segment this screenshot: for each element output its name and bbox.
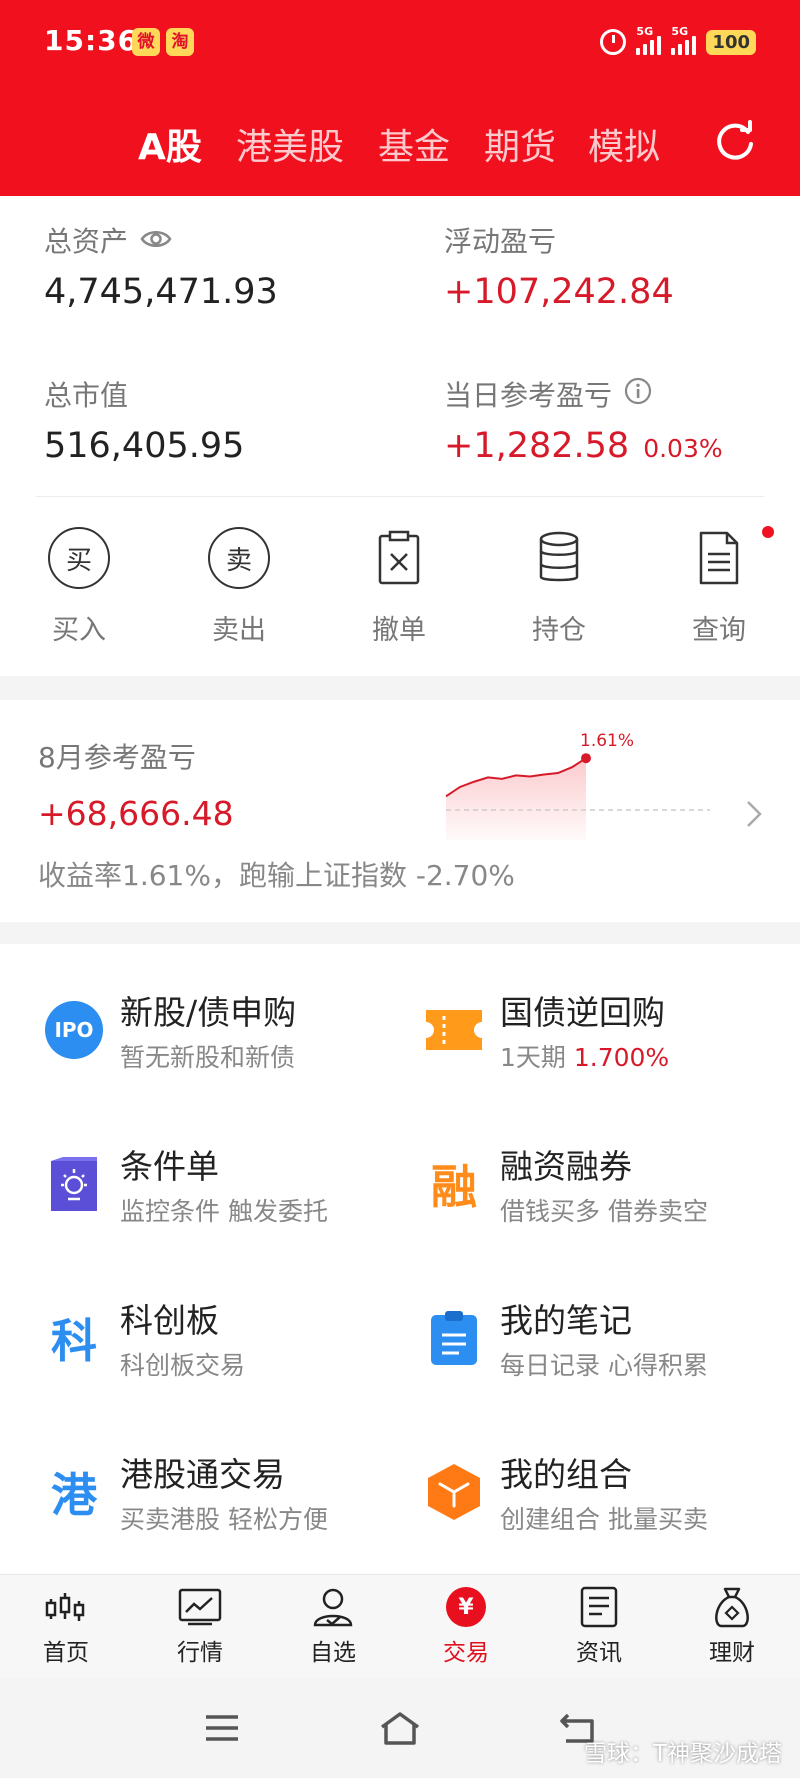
clipboard-icon	[424, 1308, 484, 1368]
notification-dot	[762, 526, 774, 538]
status-icons: 5G 5G 100	[600, 25, 756, 58]
header-bar: 15:36 微 淘 5G 5G 100 A股 港美股 基金 期货 模拟	[0, 0, 800, 196]
candlestick-icon	[16, 1585, 116, 1629]
yen-icon: ¥	[446, 1587, 486, 1627]
total-assets-label: 总资产	[44, 220, 172, 260]
query-button[interactable]: 查询	[664, 526, 774, 647]
alarm-icon	[600, 29, 627, 55]
buy-icon: 买	[48, 527, 110, 589]
conditional-order-item[interactable]: 条件单 监控条件 触发委托	[44, 1140, 414, 1240]
buy-button[interactable]: 买 买入	[24, 526, 134, 647]
tab-hk-us-stocks[interactable]: 港美股	[236, 118, 344, 170]
margin-trading-item[interactable]: 融 融资融券 借钱买多 借券卖空	[424, 1140, 794, 1240]
nav-wealth[interactable]: 理财	[682, 1585, 782, 1667]
monthly-pl-card[interactable]: 8月参考盈亏 +68,666.48 收益率1.61%，跑输上证指数 -2.70%…	[0, 700, 800, 922]
market-value-label: 总市值	[44, 379, 129, 412]
line-chart-icon	[150, 1585, 250, 1629]
monthly-pl-title: 8月参考盈亏	[38, 741, 196, 774]
sparkline-peak-label: 1.61%	[580, 731, 634, 751]
daily-pl-value: +1,282.58 0.03%	[444, 426, 723, 466]
info-icon[interactable]	[624, 377, 652, 412]
my-notes-item[interactable]: 我的笔记 每日记录 心得积累	[424, 1294, 794, 1394]
monthly-pl-summary: 收益率1.61%，跑输上证指数 -2.70%	[38, 859, 515, 892]
chevron-right-icon	[744, 798, 764, 839]
tab-a-shares[interactable]: A股	[138, 118, 202, 170]
status-time: 15:36	[44, 24, 139, 57]
tab-funds[interactable]: 基金	[378, 118, 450, 170]
reverse-repo-item[interactable]: 国债逆回购 1天期 1.700%	[424, 986, 794, 1086]
nav-home[interactable]: 首页	[16, 1585, 116, 1667]
monthly-pl-sparkline: 1.61%	[445, 731, 710, 840]
hk-connect-item[interactable]: 港 港股通交易 买卖港股 轻松方便	[44, 1448, 414, 1548]
tab-simulation[interactable]: 模拟	[588, 118, 660, 170]
floating-pl-value: +107,242.84	[444, 272, 674, 312]
cancel-order-icon	[344, 526, 454, 590]
services-grid: IPO 新股/债申购 暂无新股和新债 国债逆回购 1天期 1.700% 条件单 …	[0, 944, 800, 1574]
daily-pl-percent: 0.03%	[643, 434, 723, 463]
home-icon[interactable]	[372, 1700, 428, 1756]
positions-button[interactable]: 持仓	[504, 526, 614, 647]
taobao-icon: 淘	[166, 28, 194, 56]
ipo-subscription-item[interactable]: IPO 新股/债申购 暂无新股和新债	[44, 986, 414, 1086]
cube-icon	[424, 1462, 484, 1522]
watermark: 雪球：T神聚沙成塔	[583, 1741, 782, 1767]
my-portfolio-item[interactable]: 我的组合 创建组合 批量买卖	[424, 1448, 794, 1548]
bottom-navigation: 首页 行情 自选 ¥ 交易 资讯 理财	[0, 1574, 800, 1678]
divider	[36, 496, 764, 497]
document-icon	[664, 526, 774, 590]
nav-watchlist[interactable]: 自选	[283, 1585, 383, 1667]
battery-indicator: 100	[706, 29, 756, 55]
lightbulb-icon	[44, 1154, 104, 1214]
sparkline-peak-point	[581, 753, 591, 764]
hk-connect-icon: 港	[51, 1468, 97, 1522]
nav-news[interactable]: 资讯	[549, 1585, 649, 1667]
refresh-icon[interactable]	[714, 120, 756, 162]
menu-icon[interactable]	[194, 1700, 250, 1756]
daily-pl-label: 当日参考盈亏	[444, 374, 652, 414]
tab-futures[interactable]: 期货	[484, 118, 556, 170]
signal-icon: 5G	[671, 25, 697, 55]
database-icon	[504, 526, 614, 590]
money-bag-icon	[682, 1585, 782, 1629]
ticket-icon	[424, 1000, 484, 1060]
star-market-icon: 科	[51, 1314, 97, 1368]
margin-trading-icon: 融	[431, 1160, 477, 1214]
nav-trade[interactable]: ¥ 交易	[416, 1585, 516, 1667]
news-icon	[549, 1585, 649, 1629]
trading-page: 15:36 微 淘 5G 5G 100 A股 港美股 基金 期货 模拟 总资产 …	[0, 0, 800, 1778]
ipo-icon: IPO	[45, 1001, 103, 1059]
asset-summary: 总资产 4,745,471.93 浮动盈亏 +107,242.84 总市值 51…	[0, 196, 800, 676]
nav-market[interactable]: 行情	[150, 1585, 250, 1667]
total-assets-value: 4,745,471.93	[44, 272, 278, 312]
floating-pl-label: 浮动盈亏	[444, 225, 557, 258]
market-value-value: 516,405.95	[44, 426, 245, 466]
sell-button[interactable]: 卖 卖出	[184, 526, 294, 647]
monthly-pl-value: +68,666.48	[38, 794, 234, 833]
market-tabs: A股 港美股 基金 期货 模拟	[0, 118, 800, 170]
user-check-icon	[283, 1585, 383, 1629]
system-navigation-bar: 雪球：T神聚沙成塔	[0, 1678, 800, 1778]
sell-icon: 卖	[208, 527, 270, 589]
eye-icon[interactable]	[140, 224, 172, 257]
cancel-order-button[interactable]: 撤单	[344, 526, 454, 647]
weibo-icon: 微	[132, 28, 160, 56]
star-market-item[interactable]: 科 科创板 科创板交易	[44, 1294, 414, 1394]
signal-icon: 5G	[636, 25, 662, 55]
